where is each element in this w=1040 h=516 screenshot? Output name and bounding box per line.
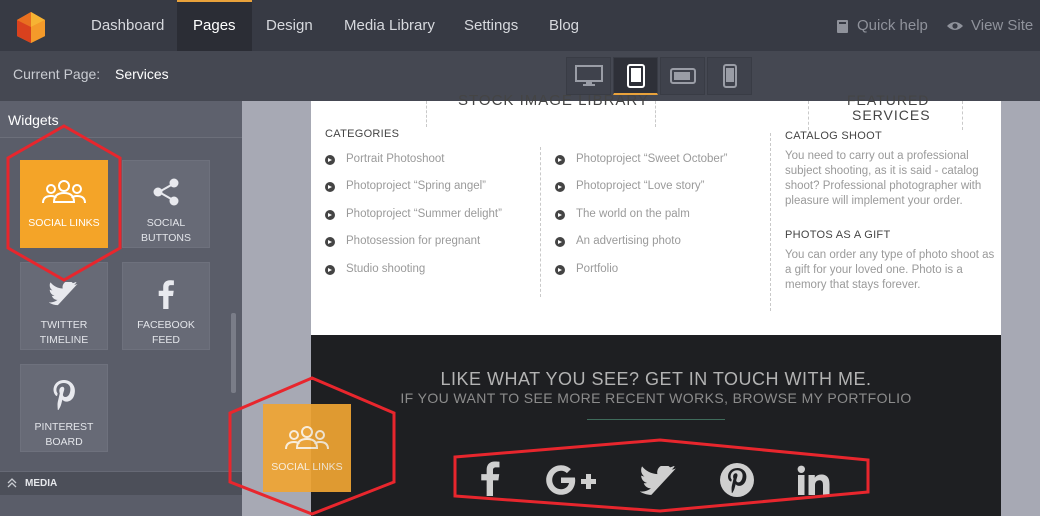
nav-settings[interactable]: Settings [449,0,533,51]
sidebar-scrollbar[interactable] [231,313,236,393]
contact-section: LIKE WHAT YOU SEE? GET IN TOUCH WITH ME.… [311,335,1001,516]
page-content-section: STOCK IMAGE LIBRARY FEATURED SERVICES CA… [311,92,1001,335]
facebook-icon [158,280,174,309]
widget-social-buttons-line1: SOCIAL [146,217,186,229]
widget-facebook-feed-label: FACEBOOK FEED [137,319,195,346]
logo-icon[interactable] [12,8,50,44]
cta-subheading[interactable]: IF YOU WANT TO SEE MORE RECENT WORKS, BR… [311,390,1001,406]
arrow-circle-icon [325,265,335,275]
quick-help-link[interactable]: Quick help [836,0,928,51]
widget-social-buttons-line2: BUTTONS [141,232,191,244]
nav-design[interactable]: Design [251,0,328,51]
chevron-up-icon [7,478,17,488]
arrow-circle-icon [325,237,335,247]
pinterest-icon[interactable] [719,462,755,498]
pinterest-icon [53,380,75,410]
divider [540,147,541,297]
divider [426,101,427,127]
current-page-select[interactable]: Services [115,66,169,82]
category-link[interactable]: Studio shooting [346,263,425,275]
catalog-shoot-text: You need to carry out a professional sub… [785,150,982,207]
arrow-circle-icon [555,210,565,220]
linkedin-icon[interactable] [797,465,831,495]
widget-pinterest-board-line1: PINTEREST [34,421,94,433]
arrow-circle-icon [555,155,565,165]
cta-heading: LIKE WHAT YOU SEE? GET IN TOUCH WITH ME. [440,369,872,389]
widgets-title: Widgets [8,112,59,128]
category-link[interactable]: Photoproject “Love story” [576,180,704,192]
nav-media-library[interactable]: Media Library [329,0,450,51]
divider [770,133,771,311]
share-icon [153,178,179,206]
widget-pinterest-board[interactable]: PINTEREST BOARD [20,364,108,452]
device-tablet-portrait-button[interactable] [613,57,658,95]
people-group-icon [285,426,329,450]
tablet-portrait-icon [626,63,645,88]
nav-blog[interactable]: Blog [534,0,594,51]
people-group-icon [42,180,86,204]
featured-services-heading-line2: SERVICES [852,107,931,123]
catalog-shoot-title: CATALOG SHOOT [785,130,883,142]
view-site-label: View Site [971,17,1034,34]
quick-help-label: Quick help [857,17,928,34]
category-link[interactable]: Photoproject “Summer delight” [346,208,502,220]
category-link[interactable]: The world on the palm [576,208,690,220]
nav-dashboard[interactable]: Dashboard [76,0,179,51]
dragged-social-links-widget[interactable]: SOCIAL LINKS [263,404,351,492]
category-link[interactable]: Photoproject “Sweet October” [576,153,728,165]
widget-social-links-label: SOCIAL LINKS [28,217,100,229]
widget-facebook-feed[interactable]: FACEBOOK FEED [122,262,210,350]
arrow-circle-icon [325,182,335,192]
widget-twitter-timeline-line1: TWITTER [40,319,88,331]
media-section-label: MEDIA [25,478,58,489]
device-tablet-landscape-button[interactable] [660,57,705,95]
divider [655,101,656,127]
widgets-sidebar: Widgets SOCIAL LINKS SOCIAL BUTTONS TWIT… [0,101,242,516]
widgets-header: Widgets [0,101,242,138]
eye-icon [947,22,963,31]
book-icon [837,19,848,33]
photos-gift-title: PHOTOS AS A GIFT [785,229,891,241]
divider [962,101,963,130]
category-link[interactable]: Photoproject “Spring angel” [346,180,486,192]
cta-divider [587,419,725,420]
nav-pages[interactable]: Pages [177,0,252,51]
photos-gift-text: You can order any type of photo shoot as… [785,249,995,291]
category-link[interactable]: An advertising photo [576,235,681,247]
arrow-circle-icon [555,265,565,275]
featured-services-heading-line1: FEATURED [847,92,930,108]
view-site-link[interactable]: View Site [946,0,1033,51]
google-plus-icon[interactable] [544,463,600,497]
divider [808,101,809,130]
widget-pinterest-board-line2: BOARD [45,436,83,448]
device-mobile-button[interactable] [707,57,752,95]
categories-title: CATEGORIES [325,128,400,140]
arrow-circle-icon [325,210,335,220]
widget-twitter-timeline-line2: TIMELINE [39,334,89,346]
tablet-landscape-icon [669,68,696,84]
media-section-header[interactable]: MEDIA [0,471,242,495]
widget-twitter-timeline[interactable]: TWITTER TIMELINE [20,262,108,350]
mobile-icon [722,64,737,88]
current-page-label: Current Page: [13,66,101,82]
dragged-widget-label: SOCIAL LINKS [271,461,343,473]
arrow-circle-icon [555,237,565,247]
category-link[interactable]: Portrait Photoshoot [346,153,444,165]
stock-image-library-heading: STOCK IMAGE LIBRARY [458,92,649,109]
desktop-icon [574,65,603,86]
category-link[interactable]: Portfolio [576,263,618,275]
top-navigation: Dashboard Pages Design Media Library Set… [0,0,1040,51]
twitter-icon [49,282,78,306]
twitter-icon[interactable] [640,466,678,496]
widget-social-links[interactable]: SOCIAL LINKS [20,160,108,248]
arrow-circle-icon [325,155,335,165]
arrow-circle-icon [555,182,565,192]
widget-social-buttons[interactable]: SOCIAL BUTTONS [122,160,210,248]
facebook-icon[interactable] [479,460,501,496]
category-link[interactable]: Photosession for pregnant [346,235,480,247]
device-desktop-button[interactable] [566,57,611,95]
